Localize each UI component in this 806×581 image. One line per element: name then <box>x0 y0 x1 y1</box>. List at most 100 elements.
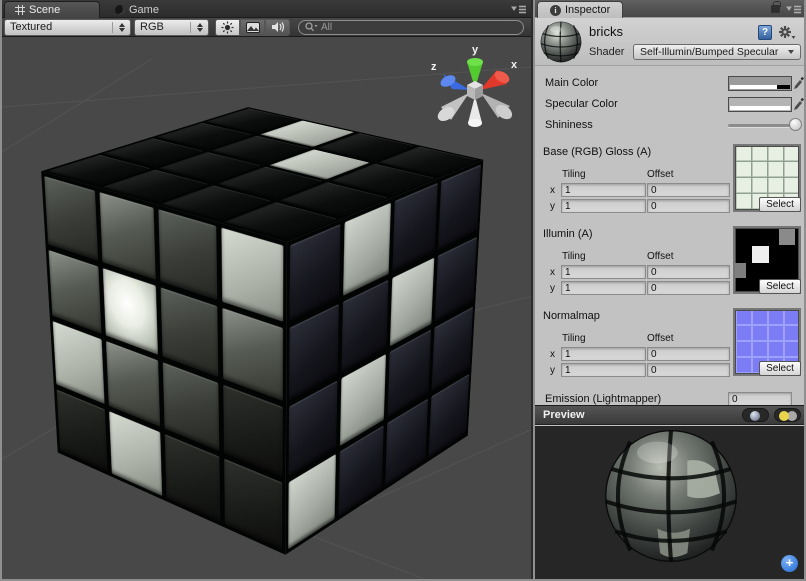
cube-tile <box>99 192 155 279</box>
cube-tile <box>44 176 98 261</box>
tiling-y-input[interactable] <box>561 363 646 377</box>
shininess-label: Shininess <box>545 119 593 131</box>
offset-y-input[interactable] <box>647 199 730 213</box>
sun-icon <box>221 21 234 34</box>
scene-toolbar: Textured RGB <box>2 18 531 37</box>
offset-x-input[interactable] <box>647 265 730 279</box>
section-normalmap: Normalmap Tiling Offset x y Select <box>535 310 806 377</box>
cube-tile <box>103 268 158 355</box>
shader-value: Self-Illumin/Bumped Specular <box>640 46 778 58</box>
light-on-icon <box>779 411 789 421</box>
tab-inspector[interactable]: i Inspector <box>537 1 623 18</box>
shininess-slider[interactable] <box>728 124 800 127</box>
y-label: y <box>550 365 555 376</box>
shader-dropdown[interactable]: Self-Illumin/Bumped Specular <box>633 44 801 60</box>
inspector-panel-menu-icon[interactable] <box>786 5 802 14</box>
scene-tabstrip: Scene Game <box>2 0 531 18</box>
material-preview-sphere <box>603 428 739 564</box>
tiling-x-input[interactable] <box>561 183 646 197</box>
search-icon <box>305 22 318 32</box>
info-icon: i <box>550 5 561 16</box>
tiling-header: Tiling <box>562 251 586 262</box>
search-value: All <box>321 22 332 33</box>
main-color-swatch[interactable] <box>728 76 792 91</box>
specular-color-label: Specular Color <box>545 98 618 110</box>
y-label: y <box>550 283 555 294</box>
tiling-x-input[interactable] <box>561 265 646 279</box>
scene-cube-object[interactable] <box>152 137 393 491</box>
material-header: bricks Shader Self-Illumin/Bumped Specul… <box>535 18 806 66</box>
material-properties: Main Color Specular Color Shininess <box>535 66 806 410</box>
scene-toggle-group <box>215 19 290 36</box>
preview-add-button[interactable]: + <box>781 555 798 572</box>
draw-mode-dropdown[interactable]: Textured <box>4 19 131 36</box>
main-color-label: Main Color <box>545 77 598 89</box>
tiling-header: Tiling <box>562 333 586 344</box>
offset-header: Offset <box>647 251 674 262</box>
material-name: bricks <box>589 24 623 39</box>
lighting-toggle-button[interactable] <box>215 19 240 36</box>
cube-tile <box>222 308 283 401</box>
select-texture-button[interactable]: Select <box>759 279 801 294</box>
tiling-header: Tiling <box>562 169 586 180</box>
y-label: y <box>550 201 555 212</box>
audio-toggle-button[interactable] <box>265 19 290 36</box>
offset-y-input[interactable] <box>647 281 730 295</box>
x-label: x <box>550 349 555 360</box>
updown-arrow-icon <box>190 22 203 33</box>
eyedropper-icon[interactable] <box>793 97 804 111</box>
axis-z-label: z <box>431 61 437 73</box>
tiling-y-input[interactable] <box>561 281 646 295</box>
tab-game[interactable]: Game <box>105 1 195 18</box>
specular-color-row: Specular Color <box>535 94 806 115</box>
eyedropper-icon[interactable] <box>793 76 804 90</box>
offset-x-input[interactable] <box>647 347 730 361</box>
scene-grid-icon <box>15 5 25 15</box>
select-texture-button[interactable]: Select <box>759 361 801 376</box>
draw-mode-value: Textured <box>10 21 52 33</box>
skybox-toggle-button[interactable] <box>240 19 265 36</box>
emission-input[interactable] <box>728 392 792 406</box>
preview-panel: Preview <box>535 405 806 579</box>
offset-y-input[interactable] <box>647 363 730 377</box>
tiling-x-input[interactable] <box>561 347 646 361</box>
game-icon <box>115 5 125 15</box>
scene-search-field[interactable]: All <box>298 20 524 35</box>
inspector-tabstrip: i Inspector <box>535 0 806 18</box>
preview-body[interactable]: + <box>535 426 806 579</box>
scene-viewport[interactable]: y x z <box>2 37 531 579</box>
offset-x-input[interactable] <box>647 183 730 197</box>
help-icon[interactable]: ? <box>758 25 772 40</box>
chevron-down-icon <box>788 50 794 54</box>
section-base-gloss: Base (RGB) Gloss (A) Tiling Offset x y S… <box>535 146 806 213</box>
lock-icon[interactable] <box>771 5 780 13</box>
preview-light-toggle-button[interactable] <box>774 408 801 422</box>
axis-x-label: x <box>511 59 518 71</box>
updown-arrow-icon <box>112 22 125 33</box>
sphere-icon <box>750 411 760 421</box>
axis-gizmo[interactable]: y x z <box>425 41 525 133</box>
shader-label: Shader <box>589 46 624 58</box>
shininess-slider-handle[interactable] <box>789 118 802 131</box>
tab-scene[interactable]: Scene <box>4 1 100 18</box>
select-texture-button[interactable]: Select <box>759 197 801 212</box>
scene-panel-menu-icon[interactable] <box>511 5 527 14</box>
specular-color-swatch[interactable] <box>728 97 792 112</box>
image-icon <box>246 22 260 33</box>
preview-header[interactable]: Preview <box>535 405 806 425</box>
cube-tile <box>158 209 217 300</box>
tab-game-label: Game <box>129 4 159 16</box>
offset-header: Offset <box>647 333 674 344</box>
emission-label: Emission (Lightmapper) <box>545 393 661 405</box>
axis-y-label: y <box>472 44 479 56</box>
inspector-panel: i Inspector <box>533 0 806 579</box>
gear-icon[interactable] <box>778 25 796 40</box>
section-title: Illumin (A) <box>543 228 593 240</box>
tiling-y-input[interactable] <box>561 199 646 213</box>
preview-title: Preview <box>543 409 585 421</box>
preview-mesh-button[interactable] <box>742 408 769 422</box>
x-label: x <box>550 267 555 278</box>
color-mode-dropdown[interactable]: RGB <box>134 19 209 36</box>
tab-scene-label: Scene <box>29 4 60 16</box>
scene-panel: Scene Game Textured RGB <box>2 0 531 579</box>
